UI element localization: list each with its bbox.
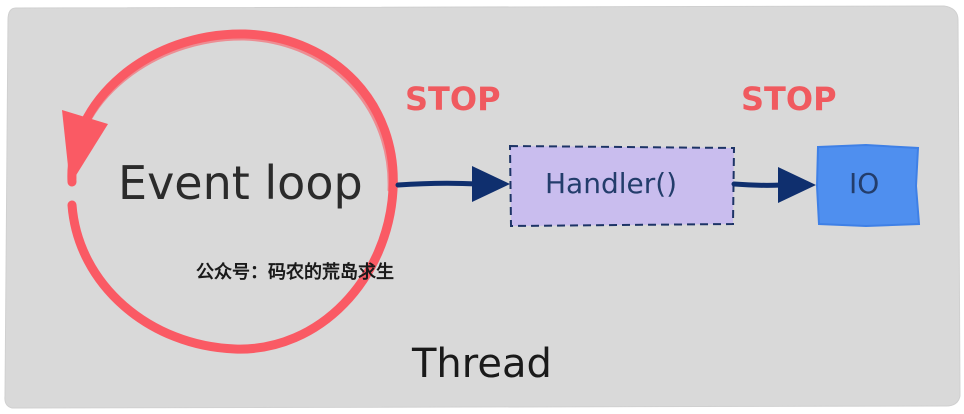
event-loop-label: Event loop xyxy=(118,156,363,210)
thread-label: Thread xyxy=(412,341,552,387)
io-label: IO xyxy=(849,167,880,200)
diagram-canvas: Event loop Handler() IO STOP STOP 公众号：码农… xyxy=(0,0,964,414)
stop-label-2: STOP xyxy=(741,80,837,118)
watermark-text: 公众号：码农的荒岛求生 xyxy=(196,262,394,283)
handler-label: Handler() xyxy=(545,167,678,200)
stop-label-1: STOP xyxy=(405,80,501,118)
